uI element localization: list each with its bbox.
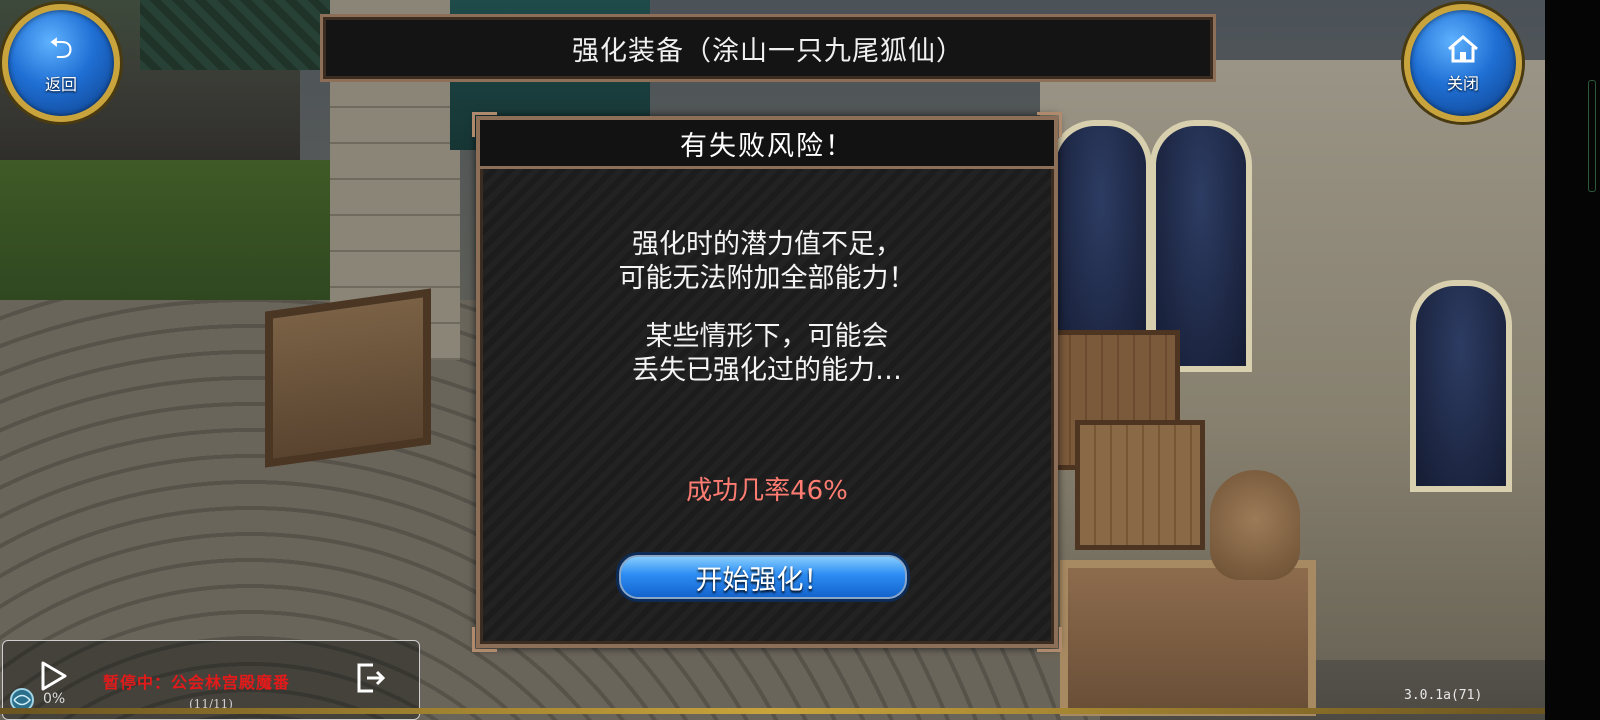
background-window: [1410, 280, 1512, 492]
dialog-message-line: 丢失已强化过的能力…: [632, 355, 902, 386]
dialog-message-line: 可能无法附加全部能力！: [618, 263, 916, 294]
version-label: 3.0.1a(71): [1404, 688, 1483, 703]
page-title: 强化装备（涂山一只九尾狐仙）: [572, 35, 964, 67]
success-rate-text: 成功几率46%: [686, 476, 848, 506]
background-rug: [1060, 560, 1316, 716]
back-arrow-icon: ⮌: [48, 31, 74, 66]
risk-dialog: 有失败风险！ 强化时的潜力值不足， 可能无法附加全部能力！ 某些情形下，可能会 …: [472, 112, 1062, 652]
start-enhance-button[interactable]: 开始强化！: [616, 552, 910, 602]
play-icon[interactable]: [35, 659, 69, 693]
close-button-label: 关闭: [1446, 74, 1479, 93]
bottom-border-strip: [0, 708, 1545, 714]
recorder-progress: 0%: [43, 691, 66, 707]
game-screen: ⮌ 返回 关闭 强化装备（涂山一只九尾狐仙） 有失败风险！ 强化时的潜力值不足，…: [0, 0, 1600, 720]
dialog-header: 有失败风险！: [480, 120, 1054, 169]
dialog-title: 有失败风险！: [680, 130, 854, 162]
edge-tab-handle[interactable]: [1588, 80, 1596, 192]
background-sack: [1210, 470, 1300, 580]
home-icon: [1448, 35, 1478, 63]
background-shop-sign: [265, 288, 431, 468]
back-button-label: 返回: [44, 75, 77, 94]
exit-icon[interactable]: [353, 661, 387, 695]
dialog-corner-ornament: [1037, 627, 1062, 652]
dialog-message-line: 强化时的潜力值不足，: [632, 229, 902, 260]
back-button[interactable]: ⮌ 返回: [2, 4, 120, 122]
dialog-corner-ornament: [472, 627, 497, 652]
background-grass: [0, 160, 360, 310]
background-crate: [1075, 420, 1205, 550]
close-button[interactable]: 关闭: [1404, 4, 1522, 122]
recorder-status-text: 暂停中：公会林宫殿魔番: [103, 673, 291, 692]
title-bar: 强化装备（涂山一只九尾狐仙）: [320, 14, 1216, 82]
dialog-message-line: 某些情形下，可能会: [645, 321, 889, 352]
